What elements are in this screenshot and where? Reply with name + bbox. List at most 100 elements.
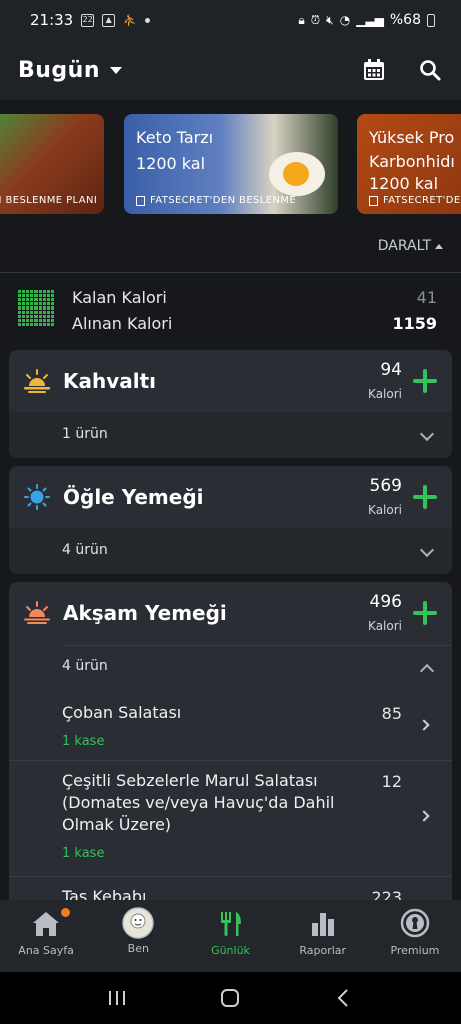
meal-title: Kahvaltı: [63, 369, 157, 393]
calorie-summary[interactable]: Kalan Kalori 41 Alınan Kalori 1159: [0, 280, 461, 340]
chevron-down-icon: [419, 426, 435, 442]
status-time: 21:33: [30, 11, 74, 29]
banner-title: Yüksek Pro Karbonhidı: [369, 128, 455, 171]
gallery-notification-icon: ▲: [102, 13, 116, 27]
meal-header[interactable]: Kahvaltı 94 Kalori: [9, 350, 452, 412]
nav-label: Ana Sayfa: [18, 944, 74, 957]
search-icon[interactable]: [417, 57, 443, 83]
food-name: Çoban Salatası: [62, 703, 182, 722]
premium-icon: [400, 908, 430, 938]
meal-items-toggle[interactable]: 4 ürün: [9, 644, 452, 690]
status-bar: 21:33 22 ▲ ⛹ 🔒︎ ⏰︎ 🔇︎ ◔ ▁▃▅ %68: [0, 0, 461, 40]
chevron-up-icon: [435, 243, 443, 249]
chevron-right-icon: [418, 810, 430, 822]
add-food-button[interactable]: [412, 600, 438, 626]
consumed-value: 1159: [392, 314, 437, 333]
chevron-down-icon: [419, 542, 435, 558]
sunrise-icon: [24, 369, 50, 393]
notification-badge: [61, 908, 71, 917]
meal-plan-banner-1[interactable]: N BESLENME PLANI: [0, 114, 104, 214]
food-item[interactable]: Çeşitli Sebzelerle Marul Salatası (Domat…: [62, 770, 434, 861]
meal-header[interactable]: Akşam Yemeği 496 Kalori: [9, 582, 452, 644]
lock-icon: 🔒︎: [298, 12, 305, 27]
meal-calories-unit: Kalori: [368, 387, 402, 401]
nav-label: Günlük: [211, 944, 250, 957]
meal-calories: 496: [369, 592, 402, 612]
back-icon[interactable]: [333, 987, 355, 1009]
system-navigation-bar: [0, 972, 461, 1024]
chevron-right-icon: [418, 719, 430, 731]
food-calories: 85: [381, 704, 402, 723]
meal-title: Akşam Yemeği: [63, 601, 227, 625]
mute-icon: 🔇︎: [326, 12, 334, 27]
calendar-icon[interactable]: [361, 57, 387, 83]
bar-chart-icon: [311, 913, 334, 936]
nav-reports[interactable]: Raporlar: [277, 900, 369, 972]
chevron-down-icon[interactable]: [110, 66, 123, 74]
divider: [9, 760, 452, 761]
nav-diary[interactable]: Günlük: [184, 900, 276, 972]
food-item[interactable]: Çoban Salatası 1 kase 85: [62, 702, 434, 749]
more-notifications-icon: [144, 17, 150, 23]
fork-knife-icon: [220, 912, 241, 936]
nba-notification-icon: ⛹: [123, 13, 137, 27]
food-quantity: 1 kase: [62, 734, 105, 749]
food-quantity: 1 kase: [62, 846, 105, 861]
banner-source: N BESLENME PLANI: [0, 195, 98, 206]
egg-image: [269, 152, 325, 196]
meal-calories: 569: [369, 476, 402, 496]
meal-calories-unit: Kalori: [368, 503, 402, 517]
food-calories: 12: [381, 772, 402, 791]
item-count: 4 ürün: [62, 658, 108, 674]
meal-header[interactable]: Öğle Yemeği 569 Kalori: [9, 466, 452, 528]
nav-label: Ben: [127, 942, 149, 955]
meal-card-dinner: Akşam Yemeği 496 Kalori 4 ürün Çoban Sal…: [9, 582, 452, 912]
consumed-label: Alınan Kalori: [72, 314, 173, 333]
item-count: 1 ürün: [62, 426, 108, 442]
calendar-notification-icon: 22: [81, 13, 95, 27]
meal-calories: 94: [380, 360, 402, 380]
food-name: Çeşitli Sebzelerle Marul Salatası (Domat…: [62, 771, 335, 834]
add-food-button[interactable]: [412, 368, 438, 394]
signal-icon: ▁▃▅: [356, 13, 384, 27]
calorie-grid-icon: [18, 290, 54, 326]
app-bar: Bugün: [0, 40, 461, 100]
remaining-label: Kalan Kalori: [72, 288, 167, 307]
home-icon: [33, 912, 60, 936]
banner-source: FATSECRET'DEN: [369, 195, 461, 206]
meal-items-toggle[interactable]: 4 ürün: [9, 528, 452, 574]
meal-plan-carousel[interactable]: N BESLENME PLANI Keto Tarzı 1200 kal FAT…: [0, 100, 461, 270]
meal-items-toggle[interactable]: 1 ürün: [9, 412, 452, 458]
alarm-icon: ⏰︎: [310, 12, 321, 27]
battery-text: %68: [389, 12, 421, 28]
nav-premium[interactable]: Premium: [369, 900, 461, 972]
meal-calories-unit: Kalori: [368, 619, 402, 633]
sun-icon: [24, 484, 50, 510]
meal-plan-banner-keto[interactable]: Keto Tarzı 1200 kal FATSECRET'DEN BESLEN…: [124, 114, 338, 214]
banner-title: Keto Tarzı: [136, 128, 214, 147]
chevron-up-icon: [419, 663, 435, 679]
battery-icon: [427, 13, 435, 27]
nav-home[interactable]: Ana Sayfa: [0, 900, 92, 972]
remaining-value: 41: [416, 288, 437, 307]
collapse-button[interactable]: DARALT: [378, 238, 443, 254]
nav-me[interactable]: Ben: [92, 900, 184, 972]
banner-source: FATSECRET'DEN BESLENME: [136, 195, 296, 206]
recent-apps-icon[interactable]: [106, 988, 128, 1008]
meal-card-lunch: Öğle Yemeği 569 Kalori 4 ürün: [9, 466, 452, 574]
meal-plan-banner-protein[interactable]: Yüksek Pro Karbonhidı 1200 kal FATSECRET…: [357, 114, 461, 214]
date-selector[interactable]: Bugün: [18, 58, 100, 83]
meal-card-breakfast: Kahvaltı 94 Kalori 1 ürün: [9, 350, 452, 458]
nav-label: Premium: [390, 944, 440, 957]
sunset-icon: [24, 601, 50, 624]
divider: [0, 272, 461, 273]
wifi-icon: ◔: [339, 13, 351, 27]
home-button-icon[interactable]: [219, 987, 241, 1009]
meal-title: Öğle Yemeği: [63, 485, 204, 509]
divider: [9, 876, 452, 877]
avatar-icon: [122, 907, 155, 939]
collapse-label: DARALT: [377, 238, 431, 254]
add-food-button[interactable]: [412, 484, 438, 510]
banner-calories: 1200 kal: [369, 174, 439, 193]
nav-label: Raporlar: [299, 944, 347, 957]
